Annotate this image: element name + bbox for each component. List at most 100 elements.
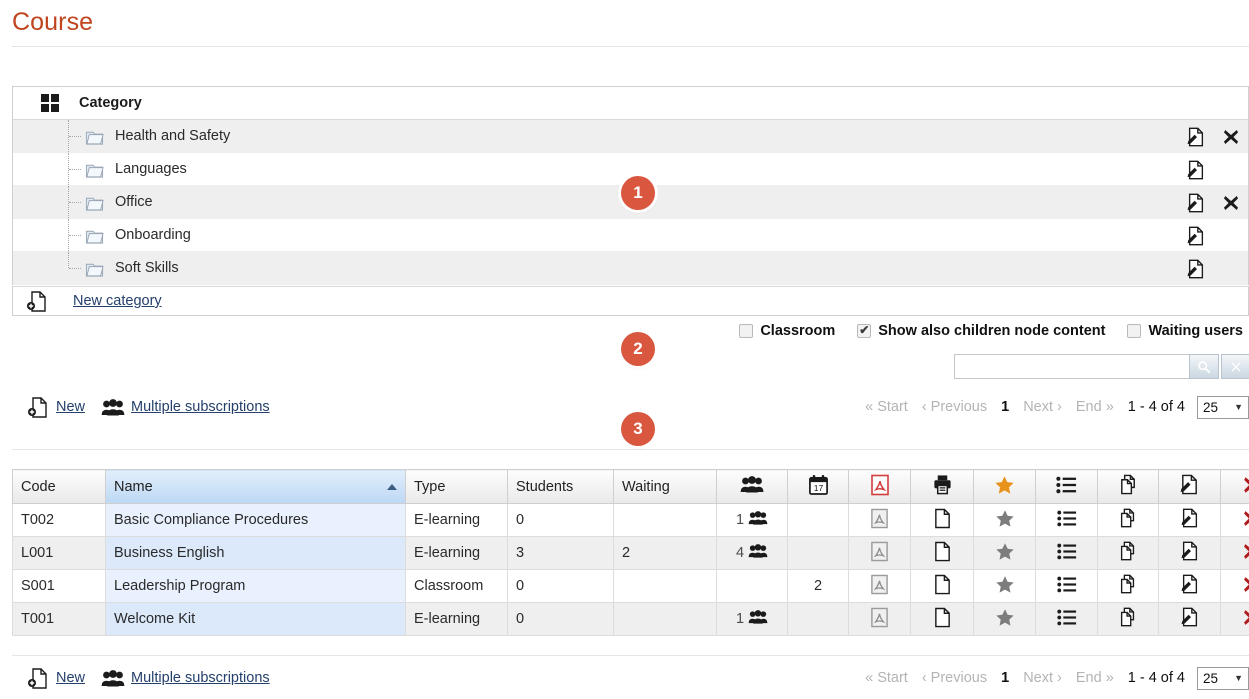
category-tree-row[interactable]: Onboarding [13, 219, 1248, 252]
filter-waiting-users[interactable]: Waiting users [1127, 323, 1243, 339]
star-icon[interactable] [995, 542, 1015, 565]
cell-duplicate[interactable] [1098, 504, 1159, 537]
printer-icon[interactable] [933, 508, 952, 533]
pdf-icon[interactable] [870, 607, 889, 632]
copy-icon[interactable] [1118, 607, 1138, 631]
delete-category-icon[interactable] [1222, 194, 1240, 212]
delete-x-icon[interactable] [1242, 509, 1249, 532]
column-header-pdf[interactable] [849, 470, 911, 504]
cell-pdf[interactable] [849, 504, 911, 537]
cell-details[interactable] [1036, 537, 1098, 570]
cell-favorite[interactable] [974, 537, 1036, 570]
cell-favorite[interactable] [974, 504, 1036, 537]
category-tree-row[interactable]: Health and Safety [13, 120, 1248, 153]
cell-enrollments[interactable]: 4 [717, 537, 788, 570]
new-course-link[interactable]: New [56, 670, 85, 686]
people-group-icon[interactable] [101, 399, 123, 415]
column-header-duplicate[interactable] [1098, 470, 1159, 504]
copy-icon[interactable] [1118, 541, 1138, 565]
children-node-checkbox[interactable] [857, 324, 871, 338]
delete-x-icon[interactable] [1242, 575, 1249, 598]
cell-edit[interactable] [1159, 603, 1221, 636]
search-input[interactable] [954, 354, 1189, 379]
cell-name[interactable]: Business English [106, 537, 406, 570]
printer-icon[interactable] [933, 541, 952, 566]
table-row[interactable]: T002Basic Compliance ProceduresE-learnin… [13, 504, 1249, 537]
edit-document-icon[interactable] [1186, 160, 1206, 180]
search-button[interactable] [1189, 354, 1219, 379]
category-tree-row[interactable]: Soft Skills [13, 252, 1248, 285]
column-header-students[interactable]: Students [508, 470, 614, 504]
cell-edit[interactable] [1159, 504, 1221, 537]
pagination-previous[interactable]: ‹ Previous [922, 670, 987, 686]
cell-details[interactable] [1036, 504, 1098, 537]
new-category-link[interactable]: New category [73, 293, 162, 309]
copy-icon[interactable] [1118, 574, 1138, 598]
cell-enrollments[interactable] [717, 570, 788, 603]
cell-name[interactable]: Welcome Kit [106, 603, 406, 636]
edit-document-icon[interactable] [1186, 226, 1206, 246]
pagination-end[interactable]: End » [1076, 670, 1114, 686]
pagination-current-page[interactable]: 1 [1001, 399, 1009, 415]
cell-duplicate[interactable] [1098, 570, 1159, 603]
cell-enrollments[interactable]: 1 [717, 504, 788, 537]
cell-delete[interactable] [1221, 570, 1249, 603]
cell-pdf[interactable] [849, 537, 911, 570]
cell-duplicate[interactable] [1098, 537, 1159, 570]
copy-icon[interactable] [1118, 508, 1138, 532]
cell-print[interactable] [911, 570, 974, 603]
cell-favorite[interactable] [974, 603, 1036, 636]
delete-x-icon[interactable] [1242, 608, 1249, 631]
edit-document-icon[interactable] [1180, 607, 1200, 631]
cell-print[interactable] [911, 504, 974, 537]
cell-name[interactable]: Leadership Program [106, 570, 406, 603]
list-icon[interactable] [1057, 543, 1077, 564]
cell-print[interactable] [911, 537, 974, 570]
list-icon[interactable] [1057, 576, 1077, 597]
cell-edit[interactable] [1159, 537, 1221, 570]
list-icon[interactable] [1057, 510, 1077, 531]
column-header-favorite[interactable] [974, 470, 1036, 504]
edit-document-icon[interactable] [1180, 541, 1200, 565]
column-header-edit[interactable] [1159, 470, 1221, 504]
edit-document-icon[interactable] [1180, 508, 1200, 532]
pagination-next[interactable]: Next › [1023, 670, 1062, 686]
pagination-end[interactable]: End » [1076, 399, 1114, 415]
column-header-name[interactable]: Name [106, 470, 406, 504]
star-icon[interactable] [995, 575, 1015, 598]
new-document-icon[interactable] [28, 397, 48, 418]
column-header-print[interactable] [911, 470, 974, 504]
table-row[interactable]: S001Leadership ProgramClassroom02 [13, 570, 1249, 603]
column-header-enrollments[interactable] [717, 470, 788, 504]
classroom-checkbox[interactable] [739, 324, 753, 338]
pagination-start[interactable]: « Start [865, 670, 908, 686]
clear-search-button[interactable] [1221, 354, 1249, 379]
edit-document-icon[interactable] [1186, 127, 1206, 147]
people-group-icon[interactable] [101, 670, 123, 686]
column-header-details[interactable] [1036, 470, 1098, 504]
edit-document-icon[interactable] [1180, 574, 1200, 598]
page-size-select[interactable]: 25 ▼ [1197, 667, 1249, 690]
cell-favorite[interactable] [974, 570, 1036, 603]
pagination-current-page[interactable]: 1 [1001, 670, 1009, 686]
column-header-waiting[interactable]: Waiting [614, 470, 717, 504]
edit-document-icon[interactable] [1186, 259, 1206, 279]
cell-print[interactable] [911, 603, 974, 636]
column-header-delete[interactable] [1221, 470, 1249, 504]
column-header-type[interactable]: Type [406, 470, 508, 504]
filter-classroom[interactable]: Classroom [739, 323, 835, 339]
pagination-previous[interactable]: ‹ Previous [922, 399, 987, 415]
table-row[interactable]: L001Business EnglishE-learning324 [13, 537, 1249, 570]
printer-icon[interactable] [933, 574, 952, 599]
cell-name[interactable]: Basic Compliance Procedures [106, 504, 406, 537]
table-row[interactable]: T001Welcome KitE-learning01 [13, 603, 1249, 636]
cell-details[interactable] [1036, 603, 1098, 636]
cell-pdf[interactable] [849, 570, 911, 603]
page-size-select[interactable]: 25 ▼ [1197, 396, 1249, 419]
new-course-link[interactable]: New [56, 399, 85, 415]
cell-pdf[interactable] [849, 603, 911, 636]
cell-delete[interactable] [1221, 603, 1249, 636]
star-icon[interactable] [995, 509, 1015, 532]
cell-edit[interactable] [1159, 570, 1221, 603]
edit-document-icon[interactable] [1186, 193, 1206, 213]
